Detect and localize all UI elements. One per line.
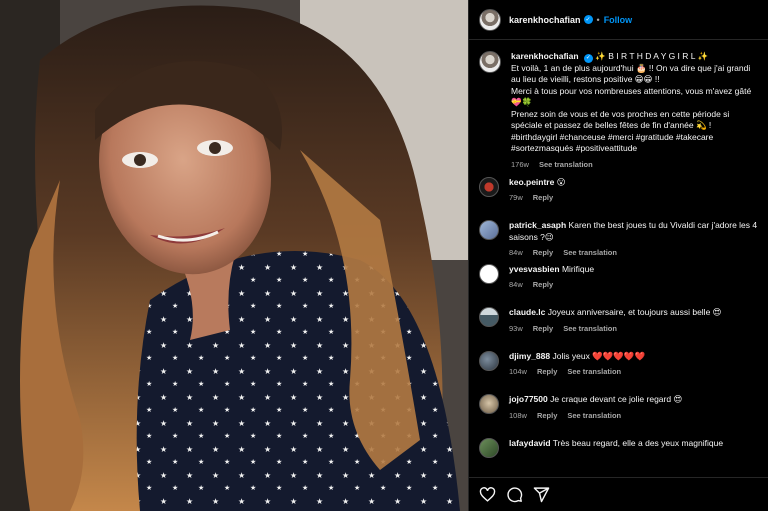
comment-icon[interactable] <box>506 486 523 503</box>
share-icon[interactable] <box>533 486 550 503</box>
comments-feed[interactable]: karenkhochafian ✓ ✨ B I R T H D A Y G I … <box>469 41 768 477</box>
comment-item: jojo77500 Je craque devant ce jolie rega… <box>469 394 768 438</box>
comment-text: Très beau regard, elle a des yeux magnif… <box>552 437 724 448</box>
comment-time[interactable]: 104w <box>509 367 527 376</box>
reply-button[interactable]: Reply <box>533 248 553 257</box>
comment-time[interactable]: 93w <box>509 324 523 333</box>
commenter-avatar[interactable] <box>479 437 499 458</box>
see-translation-button[interactable]: See translation <box>539 160 593 169</box>
comment-text: Je craque devant ce jolie regard 😍 <box>550 394 683 404</box>
comment-text: Mirifique <box>561 263 595 274</box>
comment-time[interactable]: 84w <box>509 280 523 289</box>
see-translation-button[interactable]: See translation <box>563 324 617 333</box>
caption-time[interactable]: 176w <box>511 160 529 169</box>
comment-item: yvesvasbien Mirifique 84w Reply <box>469 263 768 308</box>
reply-button[interactable]: Reply <box>533 324 553 333</box>
caption-text: karenkhochafian ✓ ✨ B I R T H D A Y G I … <box>511 51 760 155</box>
comment-text: Jolis yeux ❤️❤️❤️❤️❤️ <box>552 350 646 361</box>
post-photo[interactable]: ★ ★ <box>0 0 468 511</box>
commenter-username[interactable]: keo.peintre <box>509 177 554 187</box>
comment-item: claude.lc Joyeux anniversaire, et toujou… <box>469 307 768 351</box>
see-translation-button[interactable]: See translation <box>567 367 621 376</box>
commenter-username[interactable]: djimy_888 <box>509 351 550 361</box>
post-caption: karenkhochafian ✓ ✨ B I R T H D A Y G I … <box>469 41 768 177</box>
comment-item: djimy_888 Jolis yeux ❤️❤️❤️❤️❤️ 104w Rep… <box>469 350 768 395</box>
verified-icon: ✓ <box>583 53 593 63</box>
caption-line: Merci à tous pour vos nombreuses attenti… <box>511 85 752 108</box>
heart-icon[interactable] <box>479 486 496 503</box>
reply-button[interactable]: Reply <box>537 367 557 376</box>
caption-line: Prenez soin de vous et de vos proches en… <box>511 108 730 131</box>
caption-line: ✨ B I R T H D A Y G I R L ✨ <box>595 51 709 61</box>
comment-item: lafaydavid Très beau regard, elle a des … <box>469 437 768 478</box>
reply-button[interactable]: Reply <box>537 411 557 420</box>
portrait-image: ★ ★ <box>0 0 468 511</box>
see-translation-button[interactable]: See translation <box>563 248 617 257</box>
commenter-username[interactable]: jojo77500 <box>509 394 548 404</box>
see-translation-button[interactable]: See translation <box>567 411 621 420</box>
commenter-avatar[interactable] <box>479 220 499 240</box>
comment-text: Joyeux anniversaire, et toujours aussi b… <box>547 307 722 317</box>
reply-button[interactable]: Reply <box>533 193 553 202</box>
commenter-avatar[interactable] <box>479 394 499 414</box>
caption-hashtags[interactable]: #birthdaygirl #chanceuse #merci #gratitu… <box>511 132 713 154</box>
commenter-avatar[interactable] <box>479 176 499 197</box>
caption-avatar[interactable] <box>479 51 501 73</box>
commenter-username[interactable]: yvesvasbien <box>509 264 560 274</box>
commenter-avatar[interactable] <box>479 263 499 284</box>
commenter-avatar[interactable] <box>479 307 499 327</box>
follow-button[interactable]: Follow <box>604 15 633 25</box>
caption-username[interactable]: karenkhochafian <box>511 51 579 61</box>
post-panel: karenkhochafian ✓ • Follow karenkhochafi… <box>468 0 768 511</box>
commenter-avatar[interactable] <box>479 350 499 371</box>
author-username[interactable]: karenkhochafian <box>509 15 581 25</box>
comment-time[interactable]: 79w <box>509 193 523 202</box>
comment-item: patrick_asaph Karen the best joues tu du… <box>469 220 768 264</box>
post-header: karenkhochafian ✓ • Follow <box>469 0 768 40</box>
comment-text: 😮 <box>556 176 566 187</box>
separator-dot: • <box>596 14 600 25</box>
commenter-username[interactable]: patrick_asaph <box>509 220 566 230</box>
commenter-username[interactable]: lafaydavid <box>509 438 551 448</box>
author-avatar[interactable] <box>479 8 501 31</box>
commenter-username[interactable]: claude.lc <box>509 307 545 317</box>
reply-button[interactable]: Reply <box>533 280 553 289</box>
caption-line: Et voilà, 1 an de plus aujourd'hui 🎂 !! … <box>511 62 751 85</box>
comment-time[interactable]: 108w <box>509 411 527 420</box>
action-bar <box>469 477 768 511</box>
comment-item: keo.peintre 😮 79w Reply <box>469 176 768 221</box>
verified-icon: ✓ <box>583 15 593 24</box>
comment-time[interactable]: 84w <box>509 248 523 257</box>
